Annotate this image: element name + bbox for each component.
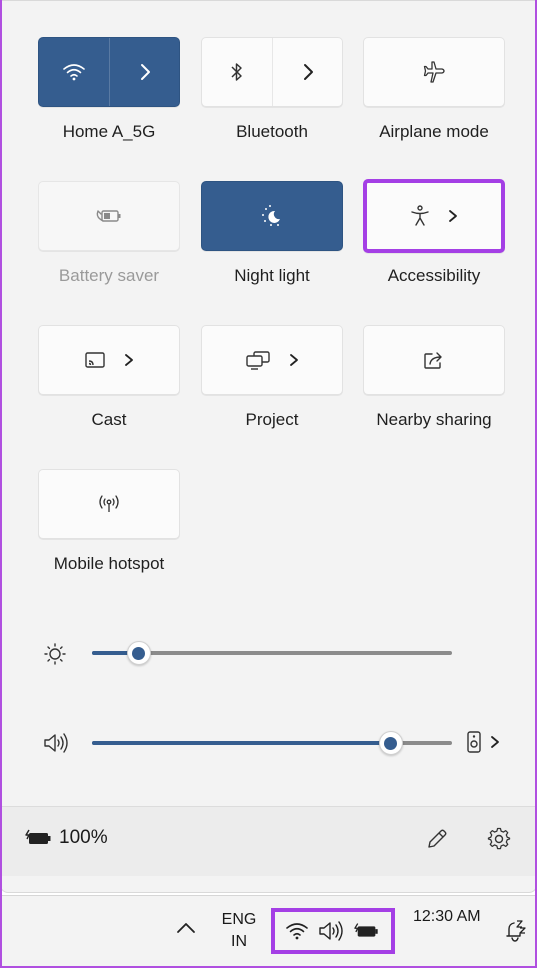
taskbar: ENG IN 12:30 AM [0,895,537,968]
battery-charging-icon [25,829,51,844]
pencil-icon [428,829,447,848]
volume-row [41,728,511,758]
bluetooth-icon [231,63,242,81]
battery-saver-tile-label: Battery saver [58,266,160,285]
chevron-right-icon [491,736,499,748]
mobile-hotspot-tile-label: Mobile hotspot [53,554,165,573]
airplane-icon [423,61,445,83]
project-tile[interactable] [201,325,343,395]
brightness-slider-thumb[interactable] [126,641,151,665]
wifi-icon [63,64,85,81]
airplane-mode-tile[interactable] [363,37,505,107]
quick-settings-footer: 100% [1,806,536,876]
cast-tile[interactable] [38,325,180,395]
share-icon [424,352,442,369]
wifi-icon [286,923,308,940]
system-tray-button[interactable] [271,908,395,954]
cast-icon [85,352,105,368]
battery-percentage: 100% [59,827,108,848]
night-light-icon [262,205,280,226]
accessibility-tile[interactable] [363,179,505,253]
nearby-sharing-tile-label: Nearby sharing [376,410,492,429]
wifi-tile-label: Home A_5G [62,122,156,141]
speaker-device-icon [467,731,481,753]
wifi-tile [38,37,180,107]
accessibility-tile-label: Accessibility [387,266,481,285]
quick-settings-panel: Home A_5G Bluetooth Airplane mode Batter… [0,0,537,893]
speaker-icon [44,733,68,753]
volume-slider-thumb[interactable] [378,731,403,755]
battery-status[interactable]: 100% [25,827,108,849]
chevron-right-icon [125,354,133,366]
mobile-hotspot-tile[interactable] [38,469,180,539]
chevron-right-icon [303,64,313,80]
show-hidden-icons-button[interactable] [176,921,196,935]
chevron-right-icon [290,354,298,366]
hotspot-icon [99,495,119,512]
clock-time: 12:30 AM [413,908,481,925]
region-code: IN [231,933,247,950]
gear-icon [487,827,511,850]
bluetooth-toggle-button[interactable] [202,38,272,106]
input-language-indicator[interactable]: ENG IN [219,909,259,953]
speaker-icon [319,921,343,941]
nearby-sharing-tile[interactable] [363,325,505,395]
edit-quick-settings-button[interactable] [425,827,449,851]
night-light-tile[interactable] [201,181,343,251]
chevron-right-icon [140,64,150,80]
clock[interactable]: 12:30 AM [413,908,481,926]
brightness-row [41,639,461,669]
audio-output-button[interactable] [466,730,500,754]
chevron-up-icon [177,923,195,933]
wifi-expand-button[interactable] [109,38,179,106]
language-code: ENG [221,911,257,928]
night-light-tile-label: Night light [234,266,310,285]
battery-saver-icon [96,210,121,222]
notification-snooze-icon [506,920,526,942]
wifi-toggle-button[interactable] [39,38,109,106]
accessibility-icon [411,205,429,226]
notification-button[interactable] [505,919,527,943]
airplane-mode-tile-label: Airplane mode [379,122,489,141]
project-icon [246,351,270,370]
bluetooth-expand-button[interactable] [272,38,342,106]
chevron-right-icon [449,210,457,222]
bluetooth-tile [201,37,343,107]
cast-tile-label: Cast [91,410,127,429]
brightness-icon [44,643,66,665]
battery-charging-icon [354,923,378,937]
battery-saver-tile[interactable] [38,181,180,251]
volume-slider-fill [92,741,391,745]
bluetooth-tile-label: Bluetooth [236,122,308,141]
project-tile-label: Project [245,410,299,429]
settings-button[interactable] [487,827,511,851]
